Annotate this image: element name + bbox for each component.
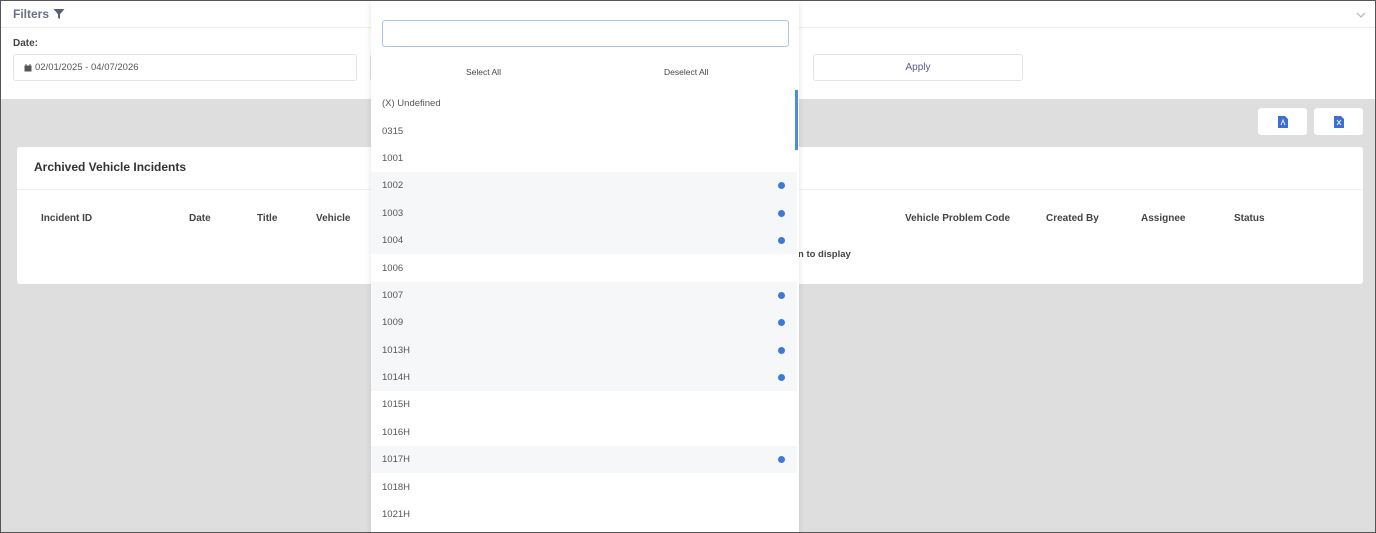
- date-range-value: 02/01/2025 - 04/07/2026: [35, 62, 139, 73]
- funnel-icon: [53, 9, 65, 19]
- apply-button[interactable]: Apply: [813, 54, 1023, 81]
- dropdown-option[interactable]: 1001: [371, 145, 797, 172]
- column-header-status[interactable]: Status: [1234, 213, 1265, 224]
- dropdown-option[interactable]: 1016H: [371, 419, 797, 446]
- selected-dot-icon: [778, 373, 785, 381]
- vehicle-dropdown-panel: Select All Deselect All (X) Undefined 031…: [371, 1, 799, 532]
- dropdown-option[interactable]: 1013H: [371, 336, 797, 364]
- column-header-incident-id[interactable]: Incident ID: [41, 213, 92, 224]
- dropdown-option[interactable]: 1009: [371, 309, 797, 337]
- column-header-created-by[interactable]: Created By: [1046, 213, 1099, 224]
- selected-dot-icon: [778, 182, 785, 190]
- dropdown-option-label: 1009: [382, 317, 404, 329]
- selected-dot-icon: [778, 456, 785, 464]
- dropdown-option[interactable]: 1002: [371, 172, 797, 200]
- selected-dot-icon: [778, 346, 785, 354]
- date-label: Date:: [13, 38, 39, 49]
- column-header-assignee[interactable]: Assignee: [1141, 213, 1185, 224]
- excel-file-icon: [1333, 115, 1344, 128]
- app-frame: Filters Date: 02/01/2025 - 04/07/2026 Ap…: [0, 0, 1376, 533]
- export-excel-button[interactable]: [1314, 108, 1363, 135]
- selected-dot-icon: [778, 236, 785, 244]
- dropdown-option[interactable]: 0315: [371, 117, 797, 144]
- chevron-down-icon[interactable]: [1355, 9, 1367, 21]
- dropdown-option-label: 1016H: [382, 426, 410, 438]
- calendar-icon: [24, 63, 32, 71]
- column-header-vehicle-problem-code[interactable]: Vehicle Problem Code: [905, 213, 1010, 224]
- dropdown-option[interactable]: 1014H: [371, 363, 797, 392]
- dropdown-search-input[interactable]: [382, 20, 789, 47]
- date-range-input[interactable]: 02/01/2025 - 04/07/2026: [13, 54, 357, 81]
- dropdown-scrollbar-thumb[interactable]: [795, 90, 798, 150]
- dropdown-option[interactable]: (X) Undefined: [371, 90, 797, 117]
- dropdown-option-label: 1001: [382, 152, 404, 164]
- dropdown-option-label: (X) Undefined: [382, 98, 441, 110]
- export-pdf-button[interactable]: [1258, 108, 1307, 135]
- dropdown-option-label: 1006: [382, 262, 404, 274]
- dropdown-option-label: 1003: [382, 207, 404, 219]
- dropdown-option-label: 1014H: [382, 372, 410, 384]
- selected-dot-icon: [778, 319, 785, 327]
- dropdown-option-label: 1007: [382, 289, 404, 301]
- selected-dot-icon: [778, 209, 785, 217]
- deselect-all-button[interactable]: Deselect All: [664, 67, 708, 77]
- column-header-vehicle[interactable]: Vehicle: [316, 213, 350, 224]
- dropdown-option-label: 1004: [382, 235, 404, 247]
- select-all-button[interactable]: Select All: [466, 67, 501, 77]
- dropdown-option-label: 1021H: [382, 509, 410, 521]
- dropdown-option[interactable]: 1007: [371, 281, 797, 310]
- dropdown-option-label: 1013H: [382, 344, 410, 356]
- dropdown-option[interactable]: 1003: [371, 199, 797, 227]
- dropdown-option[interactable]: 1015H: [371, 391, 797, 418]
- no-data-message: n to display: [798, 249, 851, 260]
- column-header-title[interactable]: Title: [257, 213, 277, 224]
- dropdown-option-label: 0315: [382, 125, 404, 137]
- selected-dot-icon: [778, 291, 785, 299]
- dropdown-option[interactable]: 1017H: [371, 446, 797, 474]
- pdf-file-icon: [1277, 115, 1288, 128]
- dropdown-option[interactable]: 1018H: [371, 473, 797, 500]
- dropdown-option-label: 1015H: [382, 399, 410, 411]
- column-header-date[interactable]: Date: [189, 213, 211, 224]
- filters-toggle[interactable]: Filters: [13, 7, 65, 21]
- card-title: Archived Vehicle Incidents: [34, 160, 187, 174]
- dropdown-option-label: 1018H: [382, 481, 410, 493]
- dropdown-option[interactable]: 1004: [371, 226, 797, 255]
- dropdown-option[interactable]: 1021H: [371, 501, 797, 528]
- dropdown-options-list: (X) Undefined 0315 1001 1002 1003 1004 1006 100…: [371, 90, 797, 528]
- dropdown-option-label: 1002: [382, 180, 404, 192]
- dropdown-option[interactable]: 1006: [371, 254, 797, 281]
- dropdown-option-label: 1017H: [382, 454, 410, 466]
- filters-title: Filters: [13, 7, 50, 21]
